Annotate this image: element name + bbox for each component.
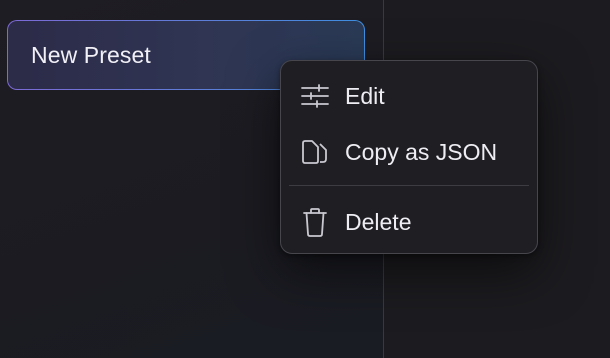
menu-item-label: Delete [345,208,412,235]
menu-item-delete[interactable]: Delete [289,196,529,248]
copy-icon [299,136,331,168]
context-menu: Edit Copy as JSON Delete [280,60,538,254]
sliders-icon [299,80,331,112]
menu-item-label: Edit [345,82,385,109]
trash-icon [299,206,331,238]
menu-item-edit[interactable]: Edit [289,70,529,122]
menu-item-label: Copy as JSON [345,138,498,165]
preset-title: New Preset [31,42,151,68]
menu-divider [289,185,529,186]
menu-item-copy-as-json[interactable]: Copy as JSON [289,126,529,178]
